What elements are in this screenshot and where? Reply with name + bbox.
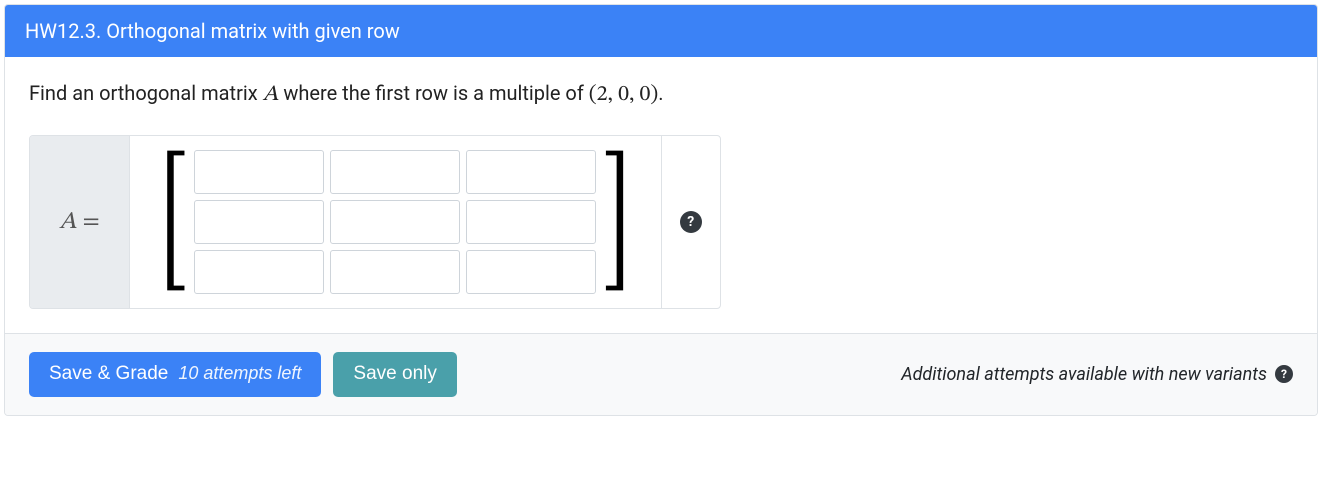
matrix-cell-0-0[interactable]: [194, 150, 324, 194]
question-title: HW12.3. Orthogonal matrix with given row: [25, 19, 400, 43]
matrix-cell-1-2[interactable]: [466, 200, 596, 244]
question-prompt: Find an orthogonal matrix A where the fi…: [29, 79, 1293, 111]
prompt-vector: (2, 0, 0): [589, 84, 659, 106]
card-body: Find an orthogonal matrix A where the fi…: [5, 57, 1317, 333]
footnote-help-icon[interactable]: ?: [1275, 365, 1293, 383]
matrix-cell-2-2[interactable]: [466, 250, 596, 294]
attempts-left: 10 attempts left: [178, 364, 301, 384]
save-only-label: Save only: [353, 364, 436, 385]
help-icon[interactable]: ?: [680, 211, 702, 233]
prompt-variable: A: [263, 84, 279, 106]
save-grade-label: Save & Grade: [49, 364, 168, 385]
footnote-text: Additional attempts available with new v…: [901, 364, 1267, 385]
footnote: Additional attempts available with new v…: [901, 364, 1293, 385]
matrix-label: A =: [30, 136, 130, 308]
matrix-cell-2-1[interactable]: [330, 250, 460, 294]
question-card: HW12.3. Orthogonal matrix with given row…: [4, 4, 1318, 416]
matrix-cell-1-1[interactable]: [330, 200, 460, 244]
matrix-cell-2-0[interactable]: [194, 250, 324, 294]
matrix-cell-1-0[interactable]: [194, 200, 324, 244]
card-footer: Save & Grade 10 attempts left Save only …: [5, 333, 1317, 415]
help-cell: ?: [661, 136, 720, 308]
prompt-middle: where the first row is a multiple of: [278, 81, 588, 105]
matrix-label-variable: A: [59, 207, 76, 237]
save-grade-button[interactable]: Save & Grade 10 attempts left: [29, 352, 321, 397]
prompt-prefix: Find an orthogonal matrix: [29, 81, 263, 105]
right-bracket-icon: ]: [602, 156, 631, 288]
prompt-suffix: .: [658, 81, 663, 105]
matrix-input-panel: A = [ ] ?: [29, 135, 721, 309]
matrix-grid: [194, 150, 596, 294]
matrix-wrap: [ ]: [130, 136, 661, 308]
save-only-button[interactable]: Save only: [333, 352, 456, 397]
left-bracket-icon: [: [160, 156, 189, 288]
matrix-cell-0-2[interactable]: [466, 150, 596, 194]
matrix-cell-0-1[interactable]: [330, 150, 460, 194]
card-header: HW12.3. Orthogonal matrix with given row: [5, 5, 1317, 57]
matrix-label-eq: =: [82, 207, 99, 237]
